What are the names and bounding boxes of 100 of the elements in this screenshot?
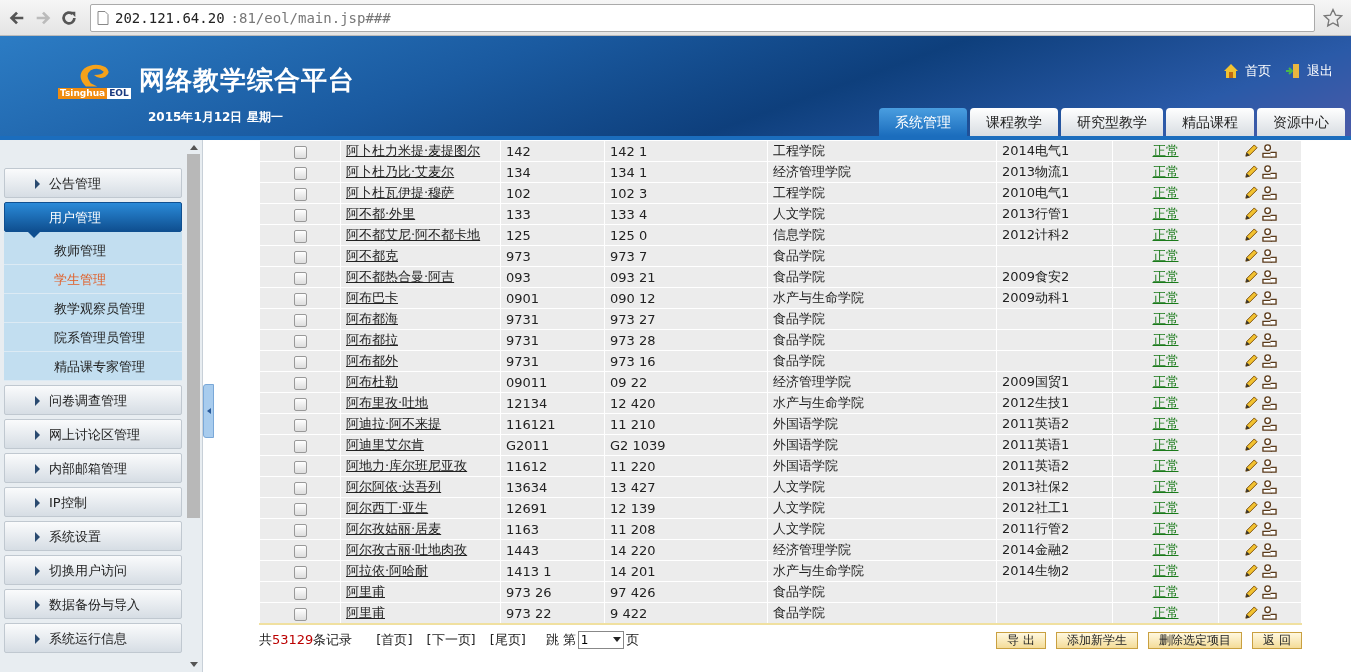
people-icon[interactable]: [1262, 207, 1277, 222]
pencil-icon[interactable]: [1243, 186, 1258, 201]
row-checkbox[interactable]: [293, 187, 307, 201]
people-icon[interactable]: [1262, 501, 1277, 516]
menu-item[interactable]: 用户管理: [4, 202, 182, 232]
submenu-item[interactable]: 院系管理员管理: [4, 323, 182, 352]
pencil-icon[interactable]: [1243, 564, 1258, 579]
pencil-icon[interactable]: [1243, 144, 1258, 159]
status-link[interactable]: 正常: [1152, 500, 1179, 515]
page-select[interactable]: 1: [577, 631, 624, 649]
row-checkbox[interactable]: [293, 376, 307, 390]
row-checkbox[interactable]: [293, 250, 307, 264]
pencil-icon[interactable]: [1243, 543, 1258, 558]
nav-tab[interactable]: 系统管理: [879, 108, 967, 136]
people-icon[interactable]: [1262, 144, 1277, 159]
home-link[interactable]: 首页: [1223, 62, 1271, 80]
submenu-item[interactable]: 教学观察员管理: [4, 294, 182, 323]
people-icon[interactable]: [1262, 522, 1277, 537]
status-link[interactable]: 正常: [1152, 143, 1179, 158]
row-checkbox[interactable]: [293, 460, 307, 474]
nav-tab[interactable]: 资源中心: [1257, 108, 1345, 136]
status-link[interactable]: 正常: [1152, 332, 1179, 347]
status-link[interactable]: 正常: [1152, 605, 1179, 620]
row-checkbox[interactable]: [293, 439, 307, 453]
status-link[interactable]: 正常: [1152, 584, 1179, 599]
pencil-icon[interactable]: [1243, 417, 1258, 432]
pencil-icon[interactable]: [1243, 501, 1258, 516]
pencil-icon[interactable]: [1243, 207, 1258, 222]
star-icon[interactable]: [1323, 7, 1343, 28]
people-icon[interactable]: [1262, 312, 1277, 327]
people-icon[interactable]: [1262, 459, 1277, 474]
action-button[interactable]: 删除选定项目: [1148, 631, 1243, 649]
status-link[interactable]: 正常: [1152, 416, 1179, 431]
pencil-icon[interactable]: [1243, 249, 1258, 264]
pencil-icon[interactable]: [1243, 228, 1258, 243]
row-checkbox[interactable]: [293, 397, 307, 411]
pencil-icon[interactable]: [1243, 312, 1258, 327]
status-link[interactable]: 正常: [1152, 542, 1179, 557]
nav-tab[interactable]: 精品课程: [1166, 108, 1254, 136]
row-checkbox[interactable]: [293, 544, 307, 558]
nav-tab[interactable]: 课程教学: [970, 108, 1058, 136]
pencil-icon[interactable]: [1243, 480, 1258, 495]
row-checkbox[interactable]: [293, 313, 307, 327]
menu-item[interactable]: 切换用户访问: [4, 555, 182, 585]
status-link[interactable]: 正常: [1152, 353, 1179, 368]
menu-item[interactable]: IP控制: [4, 487, 182, 517]
people-icon[interactable]: [1262, 186, 1277, 201]
people-icon[interactable]: [1262, 585, 1277, 600]
people-icon[interactable]: [1262, 396, 1277, 411]
status-link[interactable]: 正常: [1152, 206, 1179, 221]
student-name-link[interactable]: 阿里甫: [346, 605, 385, 620]
status-link[interactable]: 正常: [1152, 269, 1179, 284]
status-link[interactable]: 正常: [1152, 374, 1179, 389]
row-checkbox[interactable]: [293, 271, 307, 285]
action-button[interactable]: 导 出: [996, 631, 1047, 649]
nav-tab[interactable]: 研究型教学: [1061, 108, 1163, 136]
people-icon[interactable]: [1262, 354, 1277, 369]
pencil-icon[interactable]: [1243, 333, 1258, 348]
pencil-icon[interactable]: [1243, 522, 1258, 537]
people-icon[interactable]: [1262, 543, 1277, 558]
status-link[interactable]: 正常: [1152, 227, 1179, 242]
row-checkbox[interactable]: [293, 418, 307, 432]
people-icon[interactable]: [1262, 249, 1277, 264]
row-checkbox[interactable]: [293, 145, 307, 159]
collapse-handle[interactable]: [203, 384, 214, 438]
menu-item[interactable]: 系统运行信息: [4, 623, 182, 653]
status-link[interactable]: 正常: [1152, 164, 1179, 179]
people-icon[interactable]: [1262, 606, 1277, 621]
pencil-icon[interactable]: [1243, 270, 1258, 285]
people-icon[interactable]: [1262, 375, 1277, 390]
reload-icon[interactable]: [60, 8, 78, 27]
scroll-up-icon[interactable]: [189, 144, 198, 150]
action-button[interactable]: 返 回: [1252, 631, 1302, 649]
pencil-icon[interactable]: [1243, 354, 1258, 369]
status-link[interactable]: 正常: [1152, 311, 1179, 326]
menu-item[interactable]: 公告管理: [4, 168, 182, 198]
student-name-link[interactable]: 阿里甫: [346, 584, 385, 599]
people-icon[interactable]: [1262, 333, 1277, 348]
menu-item[interactable]: 数据备份与导入: [4, 589, 182, 619]
pencil-icon[interactable]: [1243, 585, 1258, 600]
menu-item[interactable]: 网上讨论区管理: [4, 419, 182, 449]
row-checkbox[interactable]: [293, 208, 307, 222]
row-checkbox[interactable]: [293, 334, 307, 348]
status-link[interactable]: 正常: [1152, 458, 1179, 473]
pager-link[interactable]: [下一页]: [426, 631, 476, 649]
address-field[interactable]: 202.121.64.20 :81/eol/main.jsp###: [90, 3, 1315, 32]
row-checkbox[interactable]: [293, 607, 307, 621]
people-icon[interactable]: [1262, 417, 1277, 432]
row-checkbox[interactable]: [293, 229, 307, 243]
people-icon[interactable]: [1262, 291, 1277, 306]
people-icon[interactable]: [1262, 480, 1277, 495]
pencil-icon[interactable]: [1243, 165, 1258, 180]
pager-link[interactable]: [首页]: [376, 631, 413, 649]
status-link[interactable]: 正常: [1152, 248, 1179, 263]
menu-item[interactable]: 问卷调查管理: [4, 385, 182, 415]
logout-link[interactable]: 退出: [1285, 62, 1333, 80]
action-button[interactable]: 添加新学生: [1056, 631, 1139, 649]
row-checkbox[interactable]: [293, 523, 307, 537]
status-link[interactable]: 正常: [1152, 479, 1179, 494]
people-icon[interactable]: [1262, 438, 1277, 453]
